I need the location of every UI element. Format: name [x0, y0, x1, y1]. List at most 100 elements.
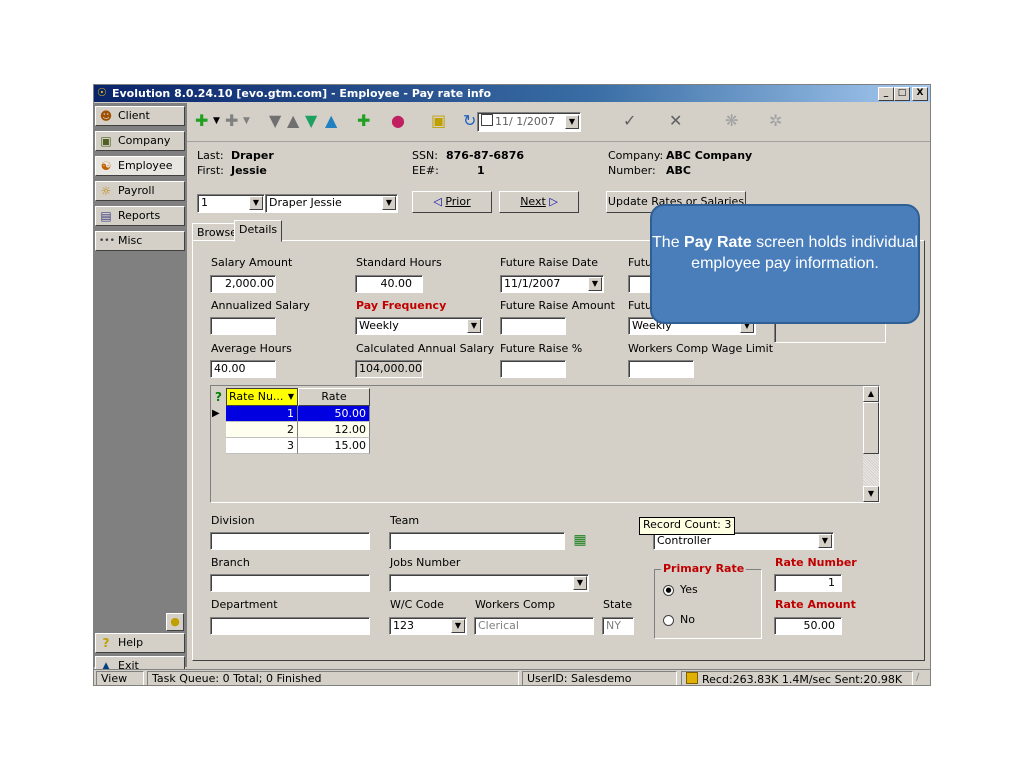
row-indicator: ▶ [212, 406, 227, 422]
rate-number-cell: 2 [287, 423, 294, 436]
add-record-icon[interactable]: ✚ [195, 111, 208, 131]
grid-options-icon[interactable]: ? [212, 388, 225, 406]
no-radio[interactable] [663, 615, 674, 626]
annualized-salary-input[interactable] [210, 317, 276, 335]
table-row[interactable]: 15.00 [298, 438, 370, 454]
nav-company-label: Company [118, 134, 171, 147]
table-row[interactable]: 2 [226, 422, 298, 438]
status-user-id-text: UserID: Salesdemo [527, 672, 632, 685]
pay-frequency-select[interactable]: Weekly ▼ [355, 317, 483, 335]
nav-reports-button[interactable]: ▤ Reports [95, 206, 185, 226]
ee-value: 1 [477, 164, 485, 177]
export-icon[interactable]: ▲ [325, 111, 337, 131]
prior-button[interactable]: ◁ Prior [412, 191, 492, 213]
column-header-rate-number[interactable]: Rate Nu... ▼ [226, 388, 298, 406]
chevron-down-icon[interactable]: ▼ [573, 576, 587, 590]
yes-radio[interactable]: ● [663, 585, 674, 596]
chevron-down-icon[interactable]: ▼ [467, 319, 481, 333]
future-raise-percent-input[interactable] [500, 360, 566, 378]
maximize-button[interactable]: □ [894, 87, 910, 101]
status-view[interactable]: View [96, 671, 144, 685]
chevron-down-icon[interactable]: ▼ [818, 534, 832, 548]
grid-vertical-scrollbar[interactable]: ▲ ▼ [863, 386, 879, 502]
column-header-rate-amount[interactable]: Rate Amount [298, 388, 370, 419]
position-value: Controller [657, 534, 712, 547]
title-bar[interactable]: ☉ Evolution 8.0.24.10 [evo.gtm.com] - Em… [94, 85, 930, 102]
ssn-value: 876-87-6876 [446, 149, 525, 162]
chevron-down-icon[interactable]: ▼ [382, 196, 396, 210]
dropdown-arrow-icon-2[interactable]: ▼ [243, 111, 250, 131]
jobs-number-select[interactable]: ▼ [389, 574, 589, 592]
table-row[interactable]: 50.00 [298, 406, 370, 422]
minimize-button[interactable]: _ [878, 87, 894, 101]
nav-company-button[interactable]: ▣ Company [95, 131, 185, 151]
ee-name-select[interactable]: Draper Jessie ▼ [265, 194, 398, 213]
future-raise-amount-input[interactable] [500, 317, 566, 335]
nav-help-button[interactable]: ? Help [95, 633, 185, 653]
insert-icon[interactable]: ✚ [357, 111, 370, 131]
upload-icon[interactable]: ▲ [287, 111, 299, 131]
rate-number-input[interactable]: 1 [774, 574, 842, 592]
ee-number-select[interactable]: 1 ▼ [197, 194, 265, 213]
nav-client-button[interactable]: ☻ Client [95, 106, 185, 126]
resize-grip-icon[interactable]: ∕ [916, 672, 919, 683]
salary-amount-input[interactable]: 2,000.00 [210, 275, 276, 293]
future-raise-date-input[interactable]: 11/1/2007 ▼ [500, 275, 604, 293]
rate-number-cell: 3 [287, 439, 294, 452]
status-task-queue: Task Queue: 0 Total; 0 Finished [147, 671, 519, 685]
nav-misc-button[interactable]: ••• Misc [95, 231, 185, 251]
tools-icon[interactable]: ✲ [769, 111, 782, 131]
next-button[interactable]: Next ▷ [499, 191, 579, 213]
close-button[interactable]: X [912, 87, 928, 101]
spark-icon[interactable]: ❋ [725, 111, 738, 131]
scroll-thumb[interactable] [863, 402, 879, 454]
dropdown-arrow-icon[interactable]: ▼ [213, 111, 220, 131]
rate-amount-cell: 15.00 [334, 439, 367, 452]
branch-input[interactable] [210, 574, 370, 592]
rate-grid[interactable]: ? Rate Nu... ▼ Rate Amount ▶ 1 50.00 2 1… [210, 385, 880, 503]
scroll-down-arrow[interactable]: ▼ [863, 486, 879, 502]
company-value: ABC Company [666, 149, 753, 162]
average-hours-input[interactable]: 40.00 [210, 360, 276, 378]
pay-frequency-label: Pay Frequency [356, 299, 447, 312]
refresh-icon[interactable]: ↻ [463, 111, 476, 131]
department-input[interactable] [210, 617, 370, 635]
standard-hours-input[interactable]: 40.00 [355, 275, 423, 293]
nav-employee-button[interactable]: ☯ Employee [95, 156, 185, 176]
rate-amount-input[interactable]: 50.00 [774, 617, 842, 635]
window-title: Evolution 8.0.24.10 [evo.gtm.com] - Empl… [112, 87, 492, 100]
calendar-icon [481, 114, 493, 126]
wc-code-select[interactable]: 123 ▼ [389, 617, 467, 635]
cancel-x-icon[interactable]: ✕ [669, 111, 682, 131]
save-icon[interactable]: ▣ [431, 111, 446, 131]
lightbulb-icon[interactable]: ● [166, 613, 184, 631]
chevron-down-icon[interactable]: ▼ [451, 619, 465, 633]
future-raise-date-value: 11/1/2007 [504, 277, 561, 290]
team-input[interactable] [389, 532, 565, 550]
nav-payroll-button[interactable]: ☼ Payroll [95, 181, 185, 201]
tab-details[interactable]: Details [234, 220, 283, 242]
number-value: ABC [666, 164, 691, 177]
chevron-down-icon[interactable]: ▼ [249, 196, 263, 210]
chevron-down-icon[interactable]: ▼ [565, 115, 579, 129]
check-icon[interactable]: ✓ [623, 111, 636, 131]
download-icon[interactable]: ▼ [305, 111, 317, 131]
calculated-annual-salary-field: 104,000.00 [355, 360, 423, 378]
table-row[interactable]: 3 [226, 438, 298, 454]
delete-icon[interactable]: ● [391, 111, 405, 131]
date-picker[interactable]: 11/ 1/2007 ▼ [477, 112, 581, 132]
toolbar: ✚ ▼ ✚ ▼ ▼ ▲ ▼ ▲ ✚ ● ▣ ↻ 11/ 1/2007 ▼ ✓ ✕… [187, 103, 930, 142]
copy-record-icon[interactable]: ✚ [225, 111, 238, 131]
workers-comp-wage-limit-input[interactable] [628, 360, 694, 378]
scroll-up-arrow[interactable]: ▲ [863, 386, 879, 402]
table-row[interactable]: 1 [226, 406, 298, 422]
average-hours-label: Average Hours [211, 342, 292, 355]
jobs-number-label: Jobs Number [390, 556, 461, 569]
chevron-down-icon[interactable]: ▼ [588, 277, 602, 291]
filter-icon[interactable]: ▼ [269, 111, 281, 131]
division-input[interactable] [210, 532, 370, 550]
workers-comp-wage-limit-label: Workers Comp Wage Limit [628, 342, 774, 355]
ee-name-value: Draper Jessie [269, 196, 342, 209]
team-lookup-icon[interactable]: ▦ [570, 531, 590, 549]
table-row[interactable]: 12.00 [298, 422, 370, 438]
